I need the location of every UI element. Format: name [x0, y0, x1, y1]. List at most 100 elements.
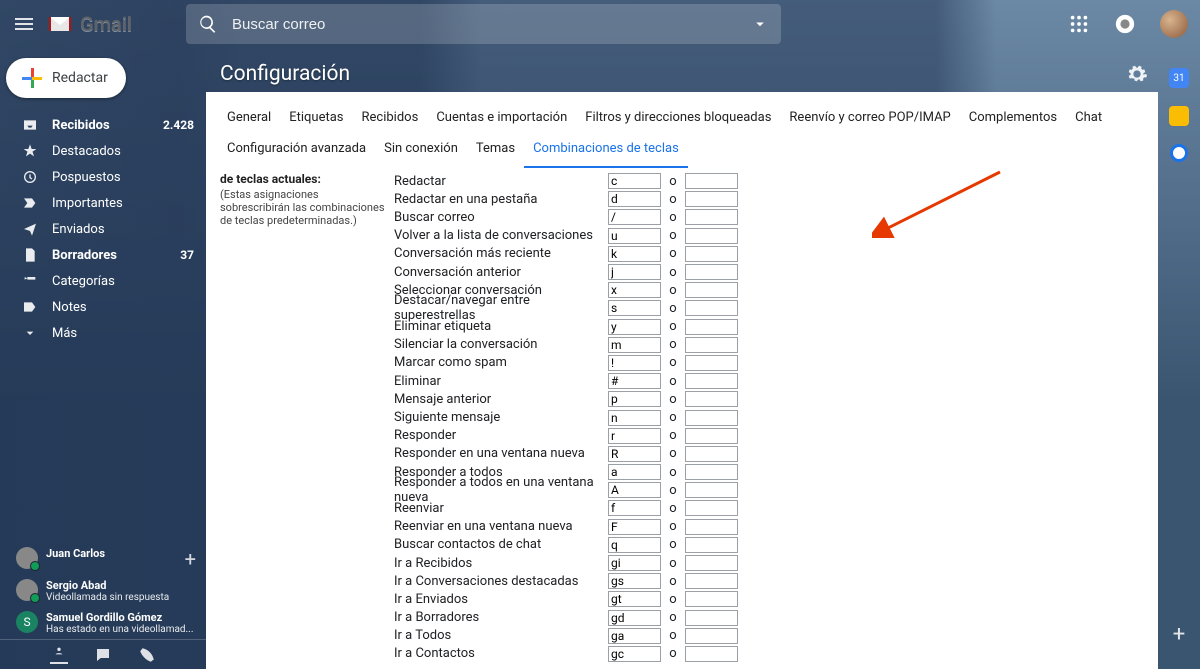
settings-tab[interactable]: Sin conexión	[375, 135, 467, 168]
shortcut-alt-key-input[interactable]	[685, 573, 738, 589]
shortcut-key-input[interactable]	[608, 646, 661, 662]
shortcut-alt-key-input[interactable]	[685, 319, 738, 335]
shortcut-key-input[interactable]	[608, 373, 661, 389]
shortcut-key-input[interactable]	[608, 282, 661, 298]
rail-add-button[interactable]: +	[1173, 622, 1185, 647]
nav-inbox[interactable]: Recibidos 2.428	[0, 112, 206, 138]
hangouts-contacts-tab[interactable]	[50, 646, 68, 664]
main-menu-button[interactable]	[12, 12, 36, 36]
shortcut-key-input[interactable]	[608, 628, 661, 644]
settings-tab[interactable]: General	[218, 104, 280, 135]
shortcut-key-input[interactable]	[608, 519, 661, 535]
rail-keep[interactable]	[1169, 106, 1189, 126]
hangouts-contact[interactable]: Sergio AbadVideollamada sin respuesta	[0, 575, 206, 607]
shortcut-key-input[interactable]	[608, 428, 661, 444]
settings-tab[interactable]: Combinaciones de teclas	[524, 135, 688, 168]
shortcut-key-input[interactable]	[608, 264, 661, 280]
shortcut-key-input[interactable]	[608, 500, 661, 516]
shortcut-key-input[interactable]	[608, 482, 661, 498]
shortcut-alt-key-input[interactable]	[685, 628, 738, 644]
nav-more[interactable]: Más	[0, 320, 206, 346]
shortcut-row: Eliminar etiquetao	[392, 318, 1144, 336]
shortcut-key-input[interactable]	[608, 555, 661, 571]
shortcut-alt-key-input[interactable]	[685, 209, 738, 225]
shortcut-key-input[interactable]	[608, 191, 661, 207]
shortcut-key-input[interactable]	[608, 319, 661, 335]
shortcut-alt-key-input[interactable]	[685, 282, 738, 298]
shortcut-key-input[interactable]	[608, 446, 661, 462]
settings-tab[interactable]: Cuentas e importación	[427, 104, 576, 135]
rail-calendar[interactable]: 31	[1169, 68, 1189, 88]
shortcut-alt-key-input[interactable]	[685, 228, 738, 244]
shortcut-alt-key-input[interactable]	[685, 355, 738, 371]
shortcut-alt-key-input[interactable]	[685, 391, 738, 407]
or-label: o	[661, 519, 685, 534]
shortcut-key-input[interactable]	[608, 391, 661, 407]
hangouts-chat-tab[interactable]	[94, 646, 112, 664]
nav-notes[interactable]: Notes	[0, 294, 206, 320]
notifications-icon[interactable]	[1114, 13, 1136, 35]
nav-important[interactable]: Importantes	[0, 190, 206, 216]
hangouts-call-tab[interactable]	[138, 646, 156, 664]
shortcut-key-input[interactable]	[608, 173, 661, 189]
nav-sent[interactable]: Enviados	[0, 216, 206, 242]
search-bar[interactable]	[186, 4, 781, 44]
shortcut-key-input[interactable]	[608, 209, 661, 225]
shortcut-alt-key-input[interactable]	[685, 555, 738, 571]
shortcut-key-input[interactable]	[608, 246, 661, 262]
shortcut-alt-key-input[interactable]	[685, 519, 738, 535]
search-options-dropdown-icon[interactable]	[751, 15, 769, 33]
shortcut-alt-key-input[interactable]	[685, 264, 738, 280]
shortcut-key-input[interactable]	[608, 228, 661, 244]
settings-tab[interactable]: Filtros y direcciones bloqueadas	[576, 104, 780, 135]
brand[interactable]: Gmail	[46, 12, 132, 36]
shortcut-key-input[interactable]	[608, 337, 661, 353]
shortcut-alt-key-input[interactable]	[685, 464, 738, 480]
hangouts-contact[interactable]: SSamuel Gordillo GómezHas estado en una …	[0, 607, 206, 639]
shortcut-key-input[interactable]	[608, 410, 661, 426]
shortcut-alt-key-input[interactable]	[685, 300, 738, 316]
shortcut-alt-key-input[interactable]	[685, 337, 738, 353]
shortcut-alt-key-input[interactable]	[685, 500, 738, 516]
search-input[interactable]	[232, 4, 737, 44]
new-conversation-button[interactable]: +	[185, 547, 196, 571]
shortcut-alt-key-input[interactable]	[685, 246, 738, 262]
nav-snoozed[interactable]: Pospuestos	[0, 164, 206, 190]
hangouts-contact[interactable]: Juan Carlos+	[0, 543, 206, 575]
settings-tab[interactable]: Reenvío y correo POP/IMAP	[780, 104, 959, 135]
settings-tab[interactable]: Recibidos	[353, 104, 428, 135]
shortcut-alt-key-input[interactable]	[685, 591, 738, 607]
shortcut-alt-key-input[interactable]	[685, 373, 738, 389]
shortcut-key-input[interactable]	[608, 300, 661, 316]
shortcut-row: Marcar como spamo	[392, 354, 1144, 372]
shortcut-alt-key-input[interactable]	[685, 482, 738, 498]
shortcut-alt-key-input[interactable]	[685, 428, 738, 444]
or-label: o	[661, 192, 685, 207]
shortcut-key-input[interactable]	[608, 537, 661, 553]
shortcut-alt-key-input[interactable]	[685, 410, 738, 426]
nav-starred[interactable]: Destacados	[0, 138, 206, 164]
rail-tasks[interactable]	[1170, 144, 1188, 162]
account-avatar[interactable]	[1160, 10, 1188, 38]
shortcut-alt-key-input[interactable]	[685, 173, 738, 189]
compose-button[interactable]: Redactar	[6, 58, 126, 98]
settings-tab[interactable]: Temas	[467, 135, 524, 168]
settings-tab[interactable]: Complementos	[960, 104, 1066, 135]
shortcut-alt-key-input[interactable]	[685, 191, 738, 207]
nav-categories[interactable]: Categorías	[0, 268, 206, 294]
shortcut-key-input[interactable]	[608, 355, 661, 371]
shortcut-alt-key-input[interactable]	[685, 646, 738, 662]
settings-tab[interactable]: Etiquetas	[280, 104, 352, 135]
shortcut-key-input[interactable]	[608, 591, 661, 607]
settings-gear-icon[interactable]	[1126, 63, 1148, 85]
settings-tab[interactable]: Chat	[1066, 104, 1111, 135]
shortcut-alt-key-input[interactable]	[685, 610, 738, 626]
apps-icon[interactable]	[1068, 13, 1090, 35]
shortcut-alt-key-input[interactable]	[685, 446, 738, 462]
shortcut-key-input[interactable]	[608, 573, 661, 589]
shortcut-alt-key-input[interactable]	[685, 537, 738, 553]
shortcut-key-input[interactable]	[608, 464, 661, 480]
nav-drafts[interactable]: Borradores37	[0, 242, 206, 268]
settings-tab[interactable]: Configuración avanzada	[218, 135, 375, 168]
shortcut-key-input[interactable]	[608, 610, 661, 626]
